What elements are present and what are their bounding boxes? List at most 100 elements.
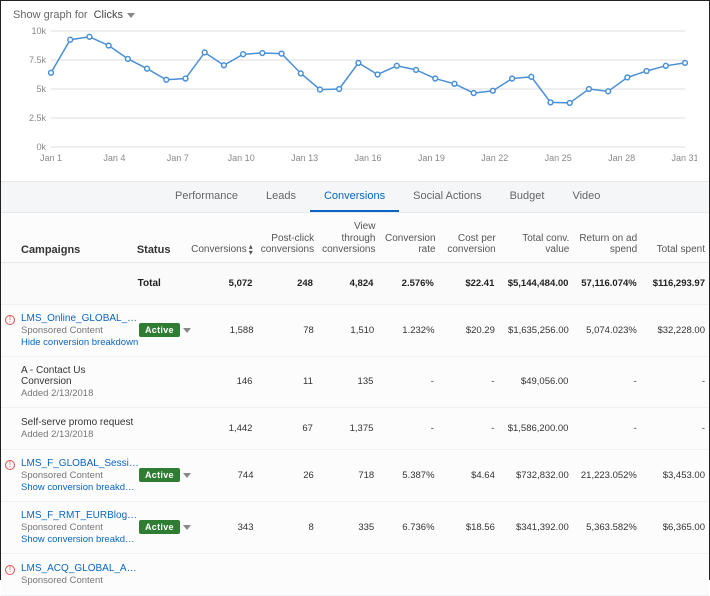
campaign-cell: ! LMS_ACQ_GLOBAL_Advert…Sponsored Content (1, 563, 139, 586)
status-cell: Active (139, 323, 197, 337)
chevron-down-icon[interactable] (183, 473, 191, 478)
tab-leads[interactable]: Leads (252, 182, 310, 212)
campaign-name: Self-serve promo request (21, 417, 138, 428)
campaign-type: Sponsored Content (21, 470, 139, 481)
warning-icon[interactable]: ! (5, 315, 15, 325)
cell-tcv: $49,056.00 (498, 376, 572, 387)
cell-roas: - (572, 423, 640, 434)
cell-roas: 5,074.023% (573, 325, 641, 336)
table-row: ! LMS_ACQ_GLOBAL_Advert…Sponsored Content (1, 554, 709, 596)
col-rate[interactable]: Conversion rate (379, 233, 439, 256)
warning-icon[interactable]: ! (5, 565, 15, 575)
cell-tcv: $1,586,200.00 (498, 423, 572, 434)
cell-conversions: 744 (197, 470, 257, 481)
show-graph-label: Show graph for (13, 9, 88, 21)
campaign-name[interactable]: LMS_F_RMT_EURBlog_Bu… (21, 510, 139, 521)
conversion-breakdown-toggle[interactable]: Hide conversion breakdown (21, 337, 139, 348)
svg-text:2.5k: 2.5k (29, 113, 47, 123)
campaign-cell: ! LMS_Online_GLOBAL_Re…Sponsored ContentH… (1, 313, 139, 348)
tab-budget[interactable]: Budget (496, 182, 559, 212)
cell-view_through: 718 (318, 470, 378, 481)
svg-text:Jan 16: Jan 16 (354, 153, 381, 163)
cell-conversions: 146 (196, 376, 256, 387)
cell-view_through: 1,375 (317, 423, 377, 434)
conversion-breakdown-toggle[interactable]: Show conversion breakdown (21, 534, 139, 545)
conversion-breakdown-toggle[interactable]: Show conversion breakdown (21, 482, 139, 493)
col-tcv[interactable]: Total conv. value (500, 233, 574, 256)
cell-rate: 1.232% (378, 325, 438, 336)
cell-view_through: 335 (318, 522, 378, 533)
chart-svg: 0k2.5k5k7.5k10kJan 1Jan 4Jan 7Jan 10Jan … (13, 25, 697, 165)
warning-icon[interactable]: ! (5, 460, 15, 470)
cell-roas: 5,363.582% (573, 522, 641, 533)
cell-rate: - (377, 376, 437, 387)
col-cpc[interactable]: Cost per conversion (440, 233, 500, 256)
campaign-type: Sponsored Content (21, 325, 139, 336)
col-campaigns[interactable]: Campaigns (1, 244, 137, 256)
chevron-down-icon[interactable] (183, 525, 191, 530)
cell-tcv: $341,392.00 (499, 522, 573, 533)
cell-post_click: 11 (256, 376, 316, 387)
svg-text:Jan 25: Jan 25 (545, 153, 572, 163)
svg-text:Jan 4: Jan 4 (103, 153, 125, 163)
col-conversions[interactable]: Conversions▴▾ (195, 244, 257, 256)
cell-tcv: $1,635,256.00 (499, 325, 573, 336)
campaign-type: Sponsored Content (21, 575, 139, 586)
total-row: Total 5,072 248 4,824 2.576% $22.41 $5,1… (1, 263, 709, 305)
table-row: Self-serve promo requestAdded 2/13/2018 1… (1, 408, 709, 450)
cell-cpc: $4.64 (439, 470, 499, 481)
svg-text:10k: 10k (31, 26, 46, 36)
campaign-cell: ! LMS_F_GLOBAL_Sessions…Sponsored Content… (1, 458, 139, 493)
svg-text:Jan 28: Jan 28 (608, 153, 635, 163)
svg-text:5k: 5k (36, 84, 46, 94)
cell-spent: - (641, 423, 709, 434)
chevron-down-icon[interactable] (183, 328, 191, 333)
campaign-cell: Self-serve promo requestAdded 2/13/2018 (1, 417, 138, 440)
tab-conversions[interactable]: Conversions (310, 182, 399, 212)
cell-spent: $3,453.00 (641, 470, 709, 481)
tabs-container: PerformanceLeadsConversionsSocial Action… (1, 181, 709, 213)
cell-roas: - (572, 376, 640, 387)
campaign-type: Sponsored Content (21, 522, 139, 533)
col-roas[interactable]: Return on ad spend (573, 233, 641, 256)
line-chart: 0k2.5k5k7.5k10kJan 1Jan 4Jan 7Jan 10Jan … (13, 25, 697, 165)
campaign-cell: A - Contact Us ConversionAdded 2/13/2018 (1, 365, 138, 399)
svg-text:Jan 31: Jan 31 (671, 153, 697, 163)
status-badge[interactable]: Active (139, 323, 180, 337)
added-date: Added 2/13/2018 (21, 429, 138, 440)
campaign-name[interactable]: LMS_F_GLOBAL_Sessions… (21, 458, 139, 469)
status-cell: Active (139, 520, 197, 534)
metric-value: Clicks (94, 9, 123, 21)
tab-video[interactable]: Video (558, 182, 614, 212)
status-badge[interactable]: Active (139, 520, 180, 534)
svg-text:Jan 10: Jan 10 (228, 153, 255, 163)
svg-text:Jan 22: Jan 22 (481, 153, 508, 163)
cell-tcv: $732,832.00 (499, 470, 573, 481)
cell-post_click: 8 (258, 522, 318, 533)
cell-cpc: $20.29 (439, 325, 499, 336)
col-view-through[interactable]: View through conversions (318, 221, 379, 256)
metric-dropdown[interactable]: Clicks (94, 9, 135, 21)
sort-icon[interactable]: ▴▾ (249, 244, 253, 255)
svg-text:Jan 7: Jan 7 (167, 153, 189, 163)
tab-performance[interactable]: Performance (161, 182, 252, 212)
col-post-click[interactable]: Post-click conversions (257, 233, 318, 256)
cell-roas: 21,223.052% (573, 470, 641, 481)
tab-social-actions[interactable]: Social Actions (399, 182, 495, 212)
cell-rate: 6.736% (378, 522, 438, 533)
col-status[interactable]: Status (137, 244, 195, 256)
cell-spent: - (641, 376, 709, 387)
campaign-name[interactable]: LMS_Online_GLOBAL_Re… (21, 313, 139, 324)
cell-spent: $32,228.00 (641, 325, 709, 336)
campaign-name[interactable]: LMS_ACQ_GLOBAL_Advert… (21, 563, 139, 574)
cell-view_through: 1,510 (318, 325, 378, 336)
added-date: Added 2/13/2018 (21, 388, 138, 399)
col-spent[interactable]: Total spent (641, 244, 709, 256)
cell-conversions: 1,442 (196, 423, 256, 434)
cell-post_click: 67 (256, 423, 316, 434)
status-badge[interactable]: Active (139, 468, 180, 482)
cell-conversions: 1,588 (197, 325, 257, 336)
table-row: ! LMS_Online_GLOBAL_Re…Sponsored ContentH… (1, 305, 709, 357)
cell-rate: 5.387% (378, 470, 438, 481)
table-row: A - Contact Us ConversionAdded 2/13/2018… (1, 357, 709, 408)
